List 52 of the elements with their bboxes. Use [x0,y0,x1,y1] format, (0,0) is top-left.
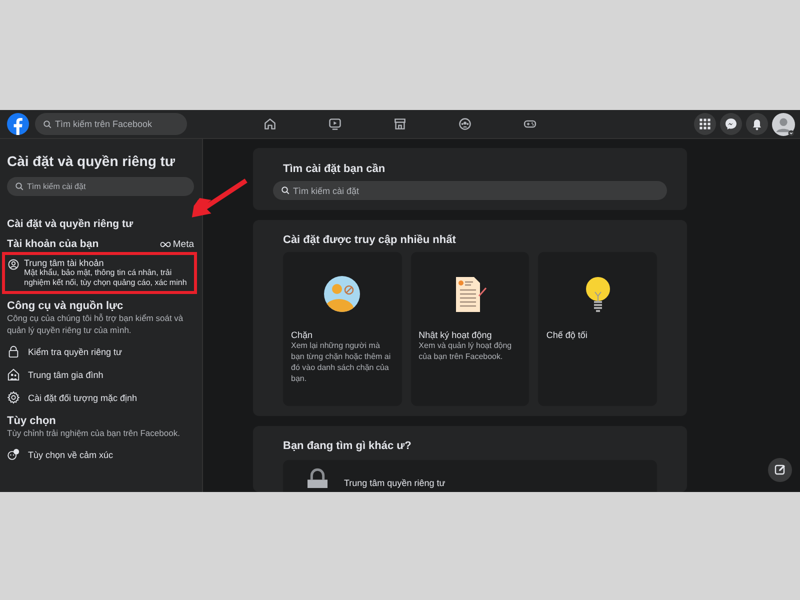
search-field[interactable]: Tìm kiếm cài đặt [273,181,667,200]
item-description: Mật khẩu, bảo mật, thông tin cá nhân, trải nghiệm kết nối, tùy chọn quảng cáo, xác minh [24,268,188,288]
settings-tile[interactable]: Nhật ký hoạt động Xem và quản lý hoạt động của bạn trên Facebook. [410,252,530,406]
section-title: Cài đặt và quyền riêng tư [7,218,134,230]
facebook-logo-icon[interactable] [7,113,29,135]
settings-icon [7,391,20,404]
section-description: Công cụ của chúng tôi hỗ trợ bạn kiểm soát và quản lý quyền riêng tư của mình. [7,312,184,336]
blocked-user-icon [322,274,362,314]
sidebar-title: Cài đặt và quyền riêng tư [7,153,176,169]
account-center-item[interactable]: Trung tâm tài khoản Mật khẩu, bảo mật, thông tin cá nhân, trải nghiệm kết nối, tùy chọn quảng cáo, xác minh [5,255,194,291]
edit-icon[interactable] [768,458,792,482]
card-title: Tìm cài đặt bạn cần [283,163,386,175]
user-circle-icon [8,259,19,270]
tile-description: Xem lại những người mà bạn từng chặn hoặc thêm ai đó vào danh sách chặn của bạn. [291,340,392,384]
section-heading: Tùy chọn [7,415,57,427]
infinity-logo-icon [160,240,171,248]
tile-title: Nhật ký hoạt động [418,330,493,340]
store-icon[interactable] [393,117,407,131]
search-icon [43,120,52,128]
search-icon [281,186,290,195]
search-field[interactable]: Tìm kiếm cài đặt [7,177,194,196]
grid-menu-icon[interactable] [694,113,716,135]
section-heading: Tài khoản của bạn [7,238,99,250]
tile-title: Chặn [291,330,314,340]
bell-icon[interactable] [746,113,768,135]
settings-link[interactable]: Trung tâm gia đình [7,363,194,386]
group-icon[interactable] [458,117,472,131]
settings-link[interactable]: Tùy chọn về cảm xúc [7,443,194,466]
home-icon[interactable] [263,117,277,131]
lock-icon [305,468,330,488]
card-title: Bạn đang tìm gì khác ư? [283,440,412,452]
brand-name: Meta [172,238,194,250]
house-people-icon [7,368,20,381]
search-field[interactable]: Tìm kiếm trên Facebook [35,113,187,135]
card-title: Cài đặt được truy cập nhiều nhất [283,234,457,246]
avatar-icon[interactable] [772,112,795,136]
search-icon [15,182,24,191]
messenger-icon[interactable] [720,113,742,135]
tile-description: Xem và quản lý hoạt động của bạn trên Facebook. [418,340,513,362]
section-description: Tùy chỉnh trải nghiệm của bạn trên Facebook. [7,427,181,439]
tile-title: Chế độ tối [546,330,588,340]
settings-link[interactable]: Trung tâm quyền riêng tư [283,460,657,492]
pointer-arrow [190,178,248,220]
settings-tile[interactable]: Chặn Xem lại những người mà bạn từng chặn hoặc thêm ai đó vào danh sách chặn của bạn. [283,252,402,406]
settings-link[interactable]: Cài đặt đối tượng mặc định [7,386,194,409]
settings-link[interactable]: Kiểm tra quyền riêng tư [7,340,194,363]
item-title: Trung tâm tài khoản [24,258,105,268]
reaction-icon [7,448,20,461]
section-heading: Công cụ và nguồn lực [7,300,124,312]
lock-icon [7,345,20,358]
settings-tile[interactable]: Chế độ tối [538,252,657,406]
video-icon[interactable] [328,117,342,131]
